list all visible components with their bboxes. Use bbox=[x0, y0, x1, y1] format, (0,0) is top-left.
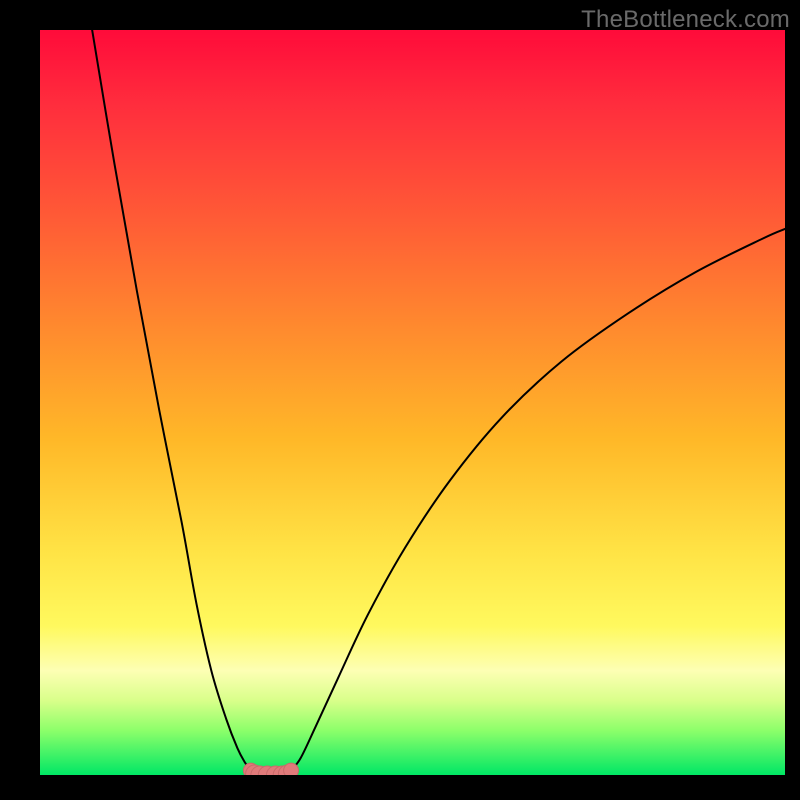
chart-plot-area bbox=[40, 30, 785, 775]
valley-marker bbox=[246, 765, 264, 775]
curve-left-branch bbox=[92, 30, 254, 774]
valley-marker bbox=[251, 766, 269, 775]
chart-svg bbox=[40, 30, 785, 775]
valley-marker bbox=[273, 766, 291, 775]
valley-marker bbox=[243, 763, 258, 775]
curve-right-branch bbox=[287, 229, 785, 774]
valley-marker bbox=[266, 766, 284, 775]
valley-marker bbox=[284, 763, 299, 775]
valley-marker bbox=[278, 765, 296, 775]
valley-marker bbox=[258, 766, 276, 775]
chart-frame: TheBottleneck.com bbox=[0, 0, 800, 800]
